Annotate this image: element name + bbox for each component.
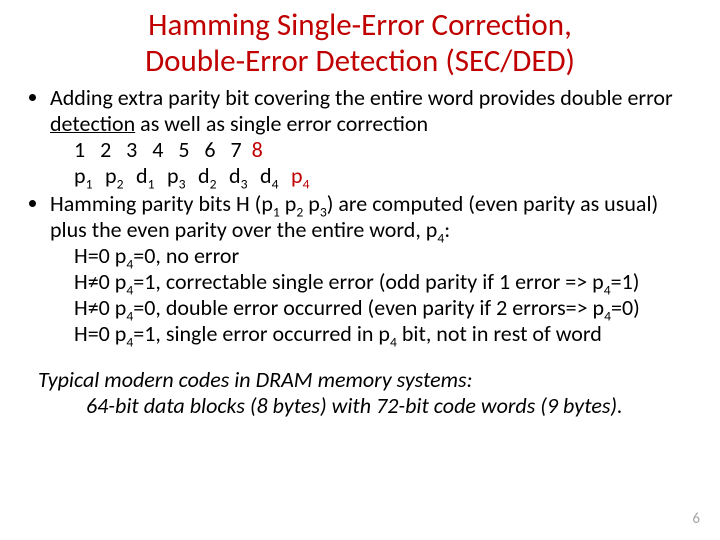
pos-5: 5 [178,136,189,163]
slide-title: Hamming Single-Error Correction, Double-… [0,0,720,79]
title-line-2: Double-Error Detection (SEC/DED) [145,42,575,80]
pos-4: 4 [152,136,163,163]
bullet-2: Hamming parity bits H (p1 p2 p3) are com… [50,191,692,347]
bullet-1-text-pre: Adding extra parity bit covering the ent… [50,84,673,111]
case-2: H≠0 p4=1, correctable single error (odd … [74,269,692,295]
pos-8: 8 [252,136,263,163]
label-5: d2 [198,163,229,189]
slide-body: Adding extra parity bit covering the ent… [0,79,720,347]
pos-3: 3 [126,136,137,163]
label-7: d4 [260,163,291,189]
title-line-1: Hamming Single-Error Correction, [148,6,572,44]
bullet-list: Adding extra parity bit covering the ent… [28,85,692,347]
label-2: p2 [105,163,136,189]
bullet-1-text-post: as well as single error correction [135,110,428,137]
label-6: d3 [229,163,260,189]
case-4: H=0 p4=1, single error occurred in p4 bi… [74,321,692,347]
pos-7: 7 [230,136,241,163]
page-number: 6 [692,510,700,528]
bit-positions-row: 1 2 3 4 5 6 7 8 [74,137,692,163]
label-8: p4 [291,163,309,189]
pos-1: 1 [74,136,85,163]
bullet-1: Adding extra parity bit covering the ent… [50,85,692,189]
bullet-2-text: Hamming parity bits H (p1 p2 p3) are com… [50,190,658,243]
label-3: d1 [136,163,167,189]
slide: Hamming Single-Error Correction, Double-… [0,0,720,540]
label-4: p3 [167,163,198,189]
case-3: H≠0 p4=0, double error occurred (even pa… [74,295,692,321]
bullet-1-underline: detection [50,110,135,137]
typical-line-2: 64-bit data blocks (8 bytes) with 72-bit… [38,393,690,419]
typical-note: Typical modern codes in DRAM memory syst… [0,349,720,420]
pos-6: 6 [204,136,215,163]
bit-labels-row: p1p2d1p3d2d3d4p4 [74,163,692,189]
label-1: p1 [74,163,105,189]
pos-2: 2 [100,136,111,163]
case-1: H=0 p4=0, no error [74,243,692,269]
typical-line-1: Typical modern codes in DRAM memory syst… [38,367,690,393]
